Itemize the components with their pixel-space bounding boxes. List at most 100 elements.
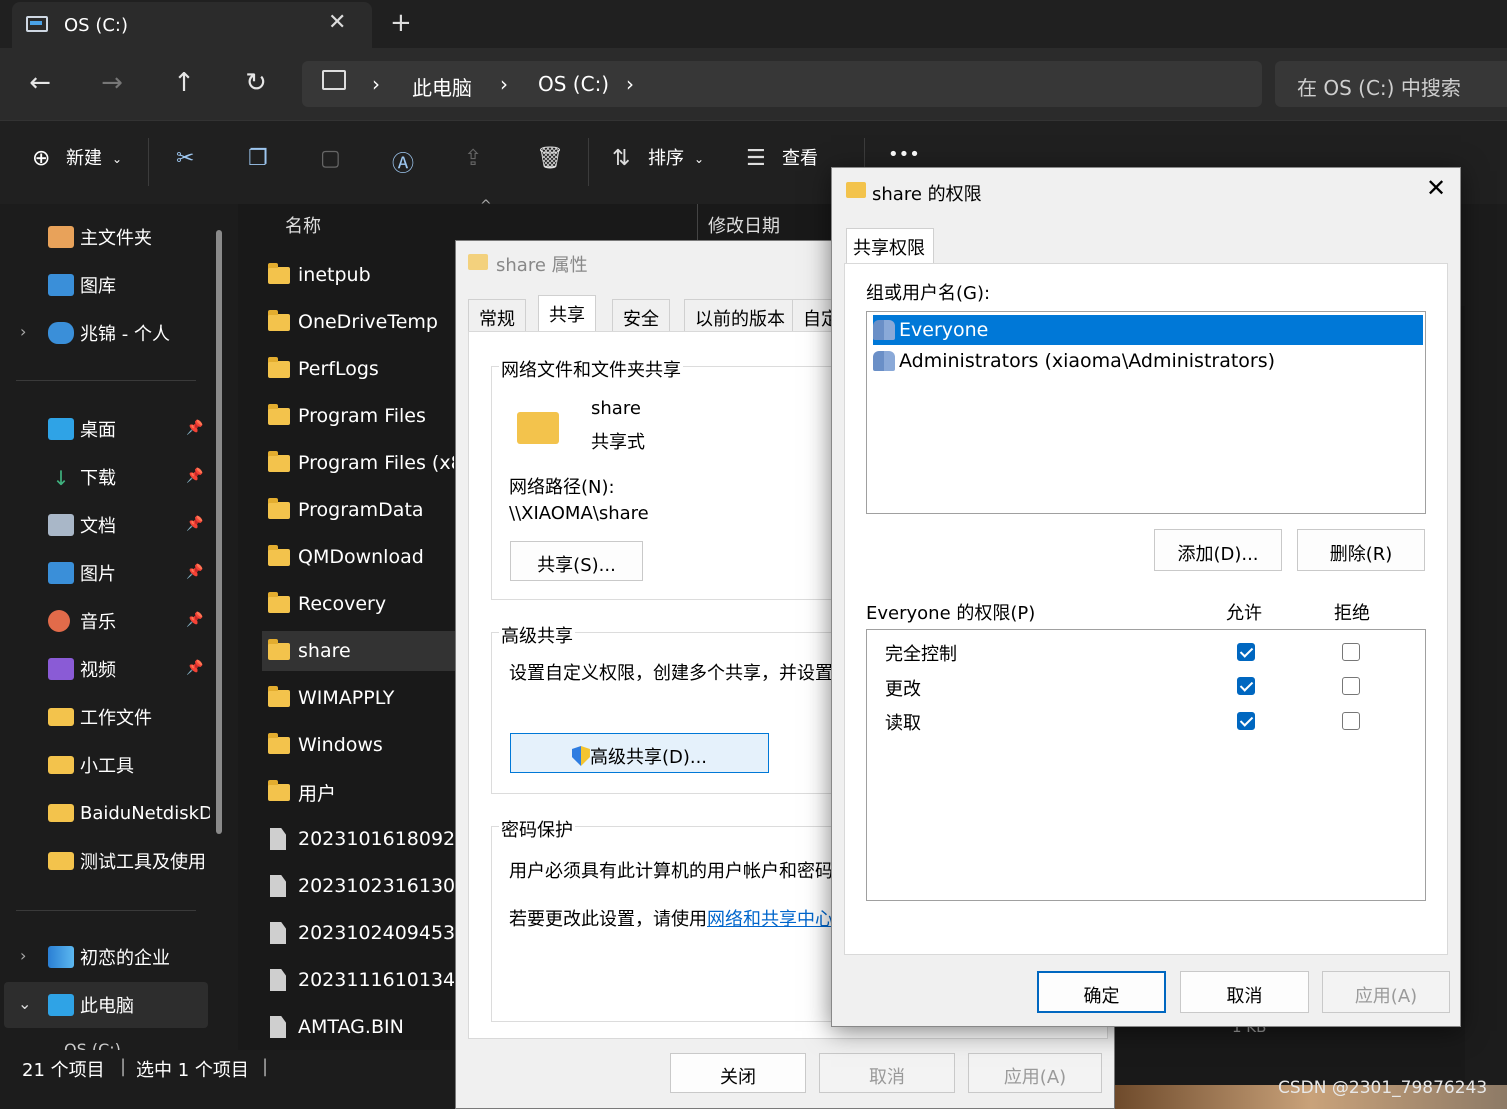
apply-button[interactable]: 应用(A) <box>968 1053 1102 1093</box>
full-control-allow-checkbox[interactable] <box>1237 643 1255 661</box>
tab-general[interactable]: 常规 <box>468 299 526 331</box>
file-row[interactable]: Recovery <box>262 584 482 624</box>
network-sharing-center-link[interactable]: 网络和共享中心 <box>707 905 833 931</box>
column-divider[interactable] <box>697 204 698 240</box>
file-row[interactable]: ProgramData <box>262 490 482 530</box>
tab-share-permissions[interactable]: 共享权限 <box>846 228 934 264</box>
cancel-button[interactable]: 取消 <box>819 1053 955 1093</box>
sidebar-item-os-c[interactable]: OS (C:) <box>64 1040 121 1050</box>
user-list[interactable]: Everyone Administrators (xiaoma\Administ… <box>866 311 1426 514</box>
sidebar-item-enterprise[interactable]: 初恋的企业 <box>48 941 170 973</box>
pin-icon[interactable]: 📌 <box>186 612 203 628</box>
file-row[interactable]: PerfLogs <box>262 349 482 389</box>
sidebar-item-this-pc[interactable]: 此电脑 <box>48 989 134 1021</box>
sidebar-item-pictures[interactable]: 图片 <box>48 557 116 589</box>
address-bar[interactable]: › 此电脑 › OS (C:) › <box>302 61 1262 107</box>
delete-icon[interactable]: 🗑 <box>536 146 564 171</box>
column-header-name[interactable]: 名称 <box>285 212 321 238</box>
pin-icon[interactable]: 📌 <box>186 420 203 436</box>
close-button[interactable]: 关闭 <box>670 1053 806 1093</box>
user-item-administrators[interactable]: Administrators (xiaoma\Administrators) <box>873 346 1423 376</box>
file-row[interactable]: OneDriveTemp <box>262 302 482 342</box>
sidebar-item-videos[interactable]: 视频 <box>48 653 116 685</box>
sidebar-item-test-tools[interactable]: 测试工具及使用 <box>48 845 210 877</box>
cancel-button[interactable]: 取消 <box>1180 971 1309 1013</box>
file-name: PerfLogs <box>298 358 379 380</box>
file-row[interactable]: 用户 <box>262 772 482 812</box>
pin-icon[interactable]: 📌 <box>186 468 203 484</box>
forward-button[interactable]: → <box>94 68 130 98</box>
file-row[interactable]: 20231016180922 <box>262 819 454 859</box>
pin-icon[interactable]: 📌 <box>186 660 203 676</box>
copy-icon[interactable]: ❐ <box>248 146 268 171</box>
chevron-down-icon[interactable]: ⌄ <box>18 994 31 1013</box>
remove-button[interactable]: 删除(R) <box>1297 529 1425 571</box>
sidebar-item-tools[interactable]: 小工具 <box>48 749 134 781</box>
share-icon[interactable]: ⇪ <box>464 146 482 171</box>
read-allow-checkbox[interactable] <box>1237 712 1255 730</box>
tab-customize[interactable]: 自定 <box>792 299 834 331</box>
pin-icon[interactable]: 📌 <box>186 564 203 580</box>
permissions-dialog: share 的权限 ✕ 共享权限 组或用户名(G): Everyone Admi… <box>831 167 1461 1027</box>
new-button[interactable]: 新建 <box>66 144 102 170</box>
full-control-deny-checkbox[interactable] <box>1342 643 1360 661</box>
add-button[interactable]: 添加(D)... <box>1154 529 1282 571</box>
read-deny-checkbox[interactable] <box>1342 712 1360 730</box>
file-row[interactable]: WIMAPPLY <box>262 678 482 718</box>
sidebar-item-work-files[interactable]: 工作文件 <box>48 701 152 733</box>
advanced-sharing-button[interactable]: 高级共享(D)... <box>510 733 769 773</box>
breadcrumb-separator[interactable]: › <box>626 72 634 96</box>
file-row[interactable]: AMTAG.BIN <box>262 1007 482 1047</box>
new-tab-button[interactable]: + <box>390 8 412 38</box>
file-row[interactable]: Windows <box>262 725 482 765</box>
file-row[interactable]: Program Files (x86 <box>262 443 454 483</box>
tab-close-icon[interactable]: ✕ <box>328 10 346 35</box>
more-options-button[interactable]: ••• <box>888 144 920 165</box>
file-row[interactable]: 20231023161306 <box>262 866 454 906</box>
tab-os-c[interactable]: OS (C:) ✕ <box>12 2 372 48</box>
change-allow-checkbox[interactable] <box>1237 677 1255 695</box>
tab-sharing[interactable]: 共享 <box>538 295 596 333</box>
sidebar-scrollbar[interactable] <box>216 230 222 834</box>
sort-button[interactable]: 排序 <box>648 144 684 170</box>
cut-icon[interactable]: ✂ <box>176 146 194 171</box>
chevron-right-icon[interactable]: › <box>20 946 26 965</box>
breadcrumb-this-pc[interactable]: 此电脑 <box>412 72 472 101</box>
pin-icon[interactable]: 📌 <box>186 516 203 532</box>
back-button[interactable]: ← <box>22 68 58 98</box>
share-button[interactable]: 共享(S)... <box>510 541 643 581</box>
chevron-right-icon[interactable]: › <box>20 322 26 341</box>
file-row-selected[interactable]: share <box>262 631 456 671</box>
sidebar-item-downloads[interactable]: ↓ 下载 <box>48 461 116 493</box>
tab-previous-versions[interactable]: 以前的版本 <box>684 299 796 331</box>
apply-button[interactable]: 应用(A) <box>1322 971 1450 1013</box>
refresh-button[interactable]: ↻ <box>238 68 274 98</box>
breadcrumb-os-c[interactable]: OS (C:) <box>538 72 609 96</box>
user-item-everyone[interactable]: Everyone <box>873 315 1423 345</box>
tab-security[interactable]: 安全 <box>612 299 670 331</box>
sidebar-item-home[interactable]: 主文件夹 <box>48 221 152 253</box>
file-row[interactable]: QMDownload <box>262 537 482 577</box>
file-row[interactable]: Program Files <box>262 396 482 436</box>
sidebar-item-documents[interactable]: 文档 <box>48 509 116 541</box>
file-row[interactable]: 20231024094535 <box>262 913 454 953</box>
column-header-modified[interactable]: 修改日期 <box>708 212 780 238</box>
file-row[interactable]: 20231116101342 <box>262 960 454 1000</box>
sidebar-item-baidunetdisk[interactable]: BaiduNetdiskD <box>48 797 210 829</box>
file-row[interactable]: inetpub <box>262 255 482 295</box>
view-button[interactable]: 查看 <box>782 144 818 170</box>
sidebar-item-music[interactable]: 音乐 <box>48 605 116 637</box>
search-box[interactable]: 在 OS (C:) 中搜索 <box>1275 61 1507 107</box>
sidebar-item-onedrive[interactable]: 兆锦 - 个人 <box>48 317 170 349</box>
status-bar: 21 个项目 | 选中 1 个项目 | <box>0 1050 460 1086</box>
change-deny-checkbox[interactable] <box>1342 677 1360 695</box>
sidebar-item-label: 文档 <box>80 516 116 537</box>
sidebar-item-gallery[interactable]: 图库 <box>48 269 116 301</box>
ok-button[interactable]: 确定 <box>1037 971 1166 1013</box>
rename-icon[interactable]: Ⓐ <box>392 146 414 178</box>
close-icon[interactable]: ✕ <box>1426 174 1446 202</box>
paste-icon[interactable]: ▢ <box>320 146 341 171</box>
up-button[interactable]: ↑ <box>166 68 202 98</box>
sidebar-item-desktop[interactable]: 桌面 <box>48 413 116 445</box>
folder-icon <box>48 852 74 870</box>
